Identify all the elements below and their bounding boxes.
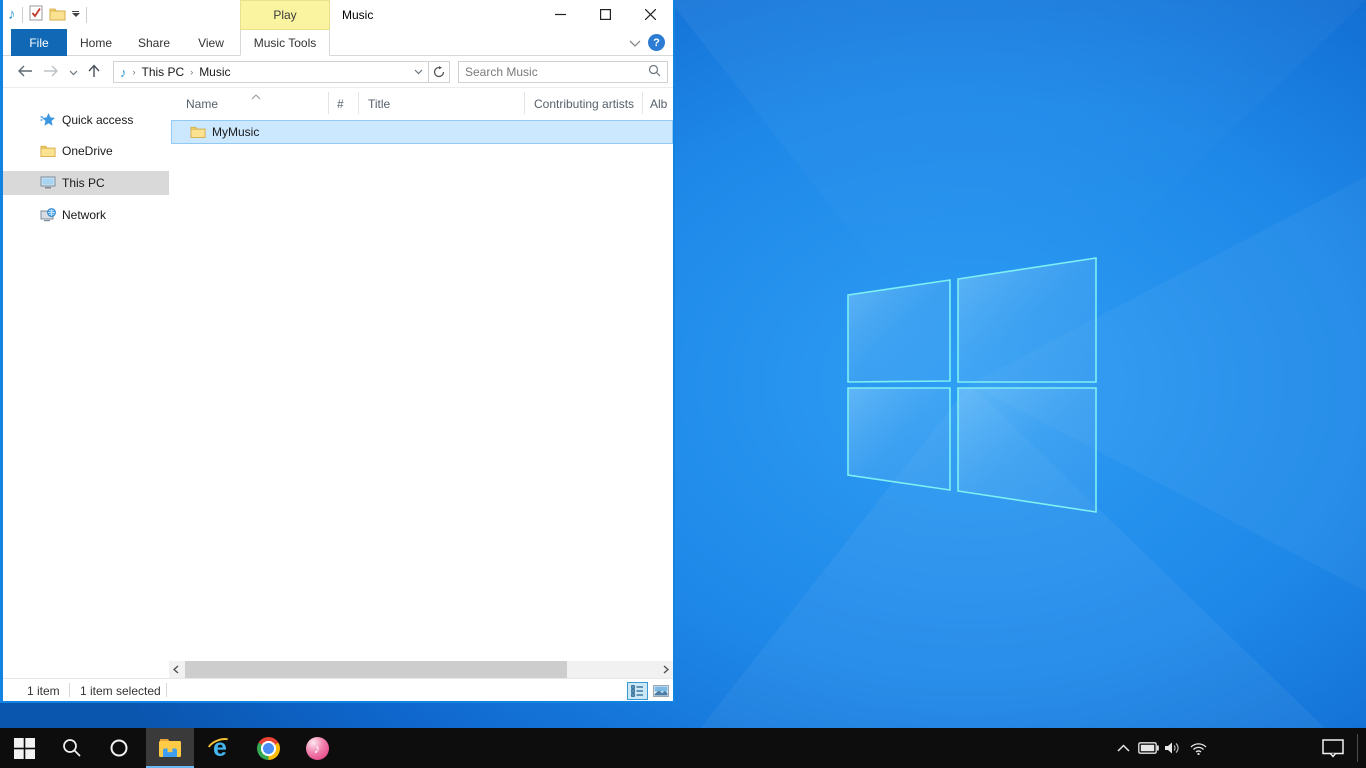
windows-logo <box>845 255 1100 520</box>
column-header-title[interactable]: Title <box>368 97 390 111</box>
search-box <box>458 61 668 83</box>
network-icon <box>40 207 56 223</box>
file-list-pane[interactable]: Name # Title Contributing artists Alb My… <box>169 88 673 701</box>
toolbar-separator <box>22 7 23 23</box>
status-separator <box>69 683 70 697</box>
sidebar-item-label: Network <box>62 208 106 222</box>
search-icon[interactable] <box>648 64 667 80</box>
forward-button[interactable] <box>43 65 59 80</box>
address-dropdown-chevron-icon[interactable] <box>409 61 429 83</box>
column-divider[interactable] <box>358 92 359 114</box>
recent-locations-chevron-icon[interactable] <box>69 65 78 79</box>
system-tray <box>0 728 1366 768</box>
breadcrumb-chevron-icon: › <box>184 67 199 77</box>
battery-icon[interactable] <box>1136 728 1160 768</box>
tab-home[interactable]: Home <box>67 29 125 56</box>
help-button[interactable]: ? <box>648 34 665 51</box>
refresh-button[interactable] <box>429 61 450 83</box>
scroll-right-arrow[interactable] <box>659 661 673 678</box>
file-name: MyMusic <box>212 125 259 139</box>
minimize-button[interactable] <box>538 0 583 29</box>
up-button[interactable] <box>88 64 100 81</box>
sidebar-item-label: Quick access <box>62 113 133 127</box>
help-glyph: ? <box>653 37 660 49</box>
column-headers: Name # Title Contributing artists Alb <box>169 88 673 118</box>
column-divider[interactable] <box>328 92 329 114</box>
column-header-album[interactable]: Alb <box>650 97 667 111</box>
selected-count: 1 item selected <box>80 684 161 698</box>
sidebar-item-onedrive[interactable]: OneDrive <box>3 139 169 163</box>
window-music-icon: ♪ <box>8 7 16 22</box>
breadcrumb-music[interactable]: Music <box>199 65 230 79</box>
properties-icon[interactable] <box>29 5 43 24</box>
ribbon-tabs: File Home Share View Music Tools ? <box>3 29 673 56</box>
collapse-ribbon-chevron-icon[interactable] <box>629 36 641 50</box>
close-button[interactable] <box>628 0 673 29</box>
tab-view[interactable]: View <box>183 29 239 56</box>
window-title: Music <box>342 8 373 22</box>
tab-music-tools[interactable]: Music Tools <box>240 29 330 56</box>
status-bar: 1 item 1 item selected <box>3 678 673 701</box>
column-header-contributing-artists[interactable]: Contributing artists <box>534 97 634 111</box>
address-bar-row: ♪ › This PC › Music <box>3 56 673 88</box>
address-bar[interactable]: ♪ › This PC › Music <box>113 61 429 83</box>
column-divider[interactable] <box>642 92 643 114</box>
column-header-name[interactable]: Name <box>186 97 218 111</box>
tab-file[interactable]: File <box>11 29 67 56</box>
tab-label: File <box>29 36 48 50</box>
sidebar-item-network[interactable]: Network <box>3 203 169 227</box>
file-row-mymusic[interactable]: MyMusic <box>171 120 673 144</box>
sort-ascending-icon <box>251 89 261 103</box>
screen: ♪ Play Music <box>0 0 1366 768</box>
caption-buttons <box>538 0 673 29</box>
tab-label: Music Tools <box>254 36 316 50</box>
quick-access-star-icon <box>40 112 56 128</box>
sidebar-item-quick-access[interactable]: Quick access <box>3 108 169 132</box>
play-contextual-tab[interactable]: Play <box>240 0 330 29</box>
tab-label: Home <box>80 36 112 50</box>
show-desktop-edge[interactable] <box>1357 734 1358 762</box>
sidebar-item-this-pc[interactable]: This PC <box>3 171 169 195</box>
column-divider[interactable] <box>524 92 525 114</box>
tab-label: Share <box>138 36 170 50</box>
volume-icon[interactable] <box>1160 728 1184 768</box>
wifi-icon[interactable] <box>1186 728 1210 768</box>
this-pc-monitor-icon <box>40 175 56 191</box>
search-input[interactable] <box>459 65 648 79</box>
customize-toolbar-caret-icon[interactable] <box>72 11 80 19</box>
new-folder-icon[interactable] <box>49 6 66 24</box>
breadcrumb-chevron-icon: › <box>127 67 142 77</box>
toolbar-separator <box>86 7 87 23</box>
file-explorer-window: ♪ Play Music <box>0 0 675 703</box>
quick-access-toolbar: ♪ <box>8 0 87 29</box>
tab-label: View <box>198 36 224 50</box>
sidebar-item-label: OneDrive <box>62 144 113 158</box>
folder-icon <box>190 124 206 140</box>
horizontal-scrollbar[interactable] <box>169 661 673 678</box>
sidebar-item-label: This PC <box>62 176 105 190</box>
navigation-buttons <box>17 56 100 88</box>
maximize-button[interactable] <box>583 0 628 29</box>
breadcrumb-this-pc[interactable]: This PC <box>142 65 185 79</box>
action-center-icon[interactable] <box>1320 728 1346 768</box>
taskbar: e ♪ <box>0 728 1366 768</box>
column-header-number[interactable]: # <box>337 97 344 111</box>
onedrive-folder-icon <box>40 143 56 159</box>
scroll-left-arrow[interactable] <box>169 661 183 678</box>
item-count: 1 item <box>27 684 60 698</box>
status-separator <box>166 683 167 697</box>
back-button[interactable] <box>17 65 33 80</box>
scrollbar-thumb[interactable] <box>185 661 567 678</box>
details-view-button[interactable] <box>627 682 648 700</box>
title-bar[interactable]: ♪ Play Music <box>3 0 673 29</box>
tab-share[interactable]: Share <box>125 29 183 56</box>
play-tab-label: Play <box>273 8 296 22</box>
tray-chevron-up-icon[interactable] <box>1112 728 1134 768</box>
large-icons-view-button[interactable] <box>650 682 671 700</box>
navigation-pane: Quick access OneDrive This PC Network <box>3 88 169 677</box>
